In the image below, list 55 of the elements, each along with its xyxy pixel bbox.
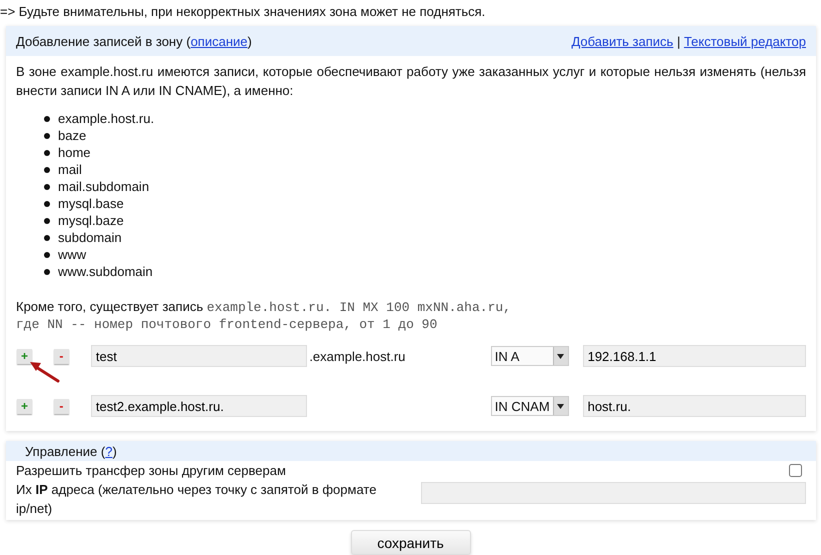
name-field[interactable]: test2.example.host.ru. <box>90 395 308 417</box>
name-field[interactable]: test <box>90 345 308 367</box>
remove-button[interactable]: - <box>54 348 69 364</box>
paren-close: ) <box>112 444 117 458</box>
dropdown-icon <box>557 404 564 408</box>
separator: | <box>676 34 680 48</box>
help-link[interactable]: ? <box>105 444 112 458</box>
bullet-icon <box>44 150 50 156</box>
action-link[interactable]: Текстовый редактор <box>684 34 806 48</box>
bullet-icon <box>44 200 50 206</box>
add-button[interactable]: + <box>17 348 32 364</box>
record-item: baze <box>58 128 86 143</box>
type-select[interactable]: IN A <box>490 346 569 366</box>
bullet-icon <box>44 252 50 258</box>
add-button[interactable]: + <box>17 398 32 414</box>
ip-field[interactable] <box>421 482 806 504</box>
bullet-icon <box>44 184 50 190</box>
bullet-icon <box>44 268 50 274</box>
record-item: mail.subdomain <box>58 179 150 194</box>
record-item: www <box>58 247 86 262</box>
panel-title: Управление <box>25 444 98 458</box>
record-item: example.host.ru. <box>58 111 154 126</box>
bullet-icon <box>44 116 50 122</box>
record-item: mysql.baze <box>58 213 124 228</box>
remove-button[interactable]: - <box>54 398 69 414</box>
domain-suffix: .example.host.ru <box>309 348 406 364</box>
transfer-checkbox[interactable] <box>789 464 802 477</box>
mx-record-code: example.host.ru. IN MX 100 mxNN.aha.ru, <box>206 300 511 315</box>
save-button[interactable]: сохранить <box>350 530 470 555</box>
arrow-icon <box>28 361 60 383</box>
description-text: В зоне example.host.ru имеются записи, которые обеспечивают работу уже заказанных услуг и которые нельзя изменять (нельзя внести записи IN A или IN CNAME), а именно: <box>16 63 806 100</box>
paren-close: ) <box>248 34 252 48</box>
record-item: mysql.base <box>58 196 124 211</box>
warning-text: => Будьте внимательны, при некорректных значениях зона может не подняться. <box>0 4 486 19</box>
record-item: home <box>58 145 91 160</box>
paren-open: ( <box>100 444 106 458</box>
paren-open: ( <box>186 34 191 48</box>
bullet-icon <box>44 234 50 240</box>
bullet-icon <box>44 132 50 138</box>
dropdown-icon <box>557 354 564 358</box>
bullet-icon <box>44 218 50 224</box>
record-item: subdomain <box>58 230 122 245</box>
transfer-label: Разрешить трансфер зоны другим серверам <box>16 463 286 478</box>
record-item: mail <box>58 162 82 177</box>
record-item: www.subdomain <box>58 264 153 279</box>
description-link[interactable]: описание <box>190 34 248 48</box>
ip-label: Их IP адреса (желательно через точку с запятой в формате ip/net) <box>16 481 378 518</box>
note-text: Кроме того, существует запись <box>16 299 204 314</box>
note-code: где NN -- номер почтового frontend-сервера, от 1 до 90 <box>16 317 438 332</box>
bullet-icon <box>44 166 50 172</box>
type-select[interactable]: IN CNAM <box>490 396 569 416</box>
action-link[interactable]: Добавить запись <box>571 34 674 48</box>
value-field[interactable]: host.ru. <box>582 395 806 417</box>
panel-title: Добавление записей в зону <box>16 34 183 48</box>
value-field[interactable]: 192.168.1.1 <box>582 345 806 367</box>
